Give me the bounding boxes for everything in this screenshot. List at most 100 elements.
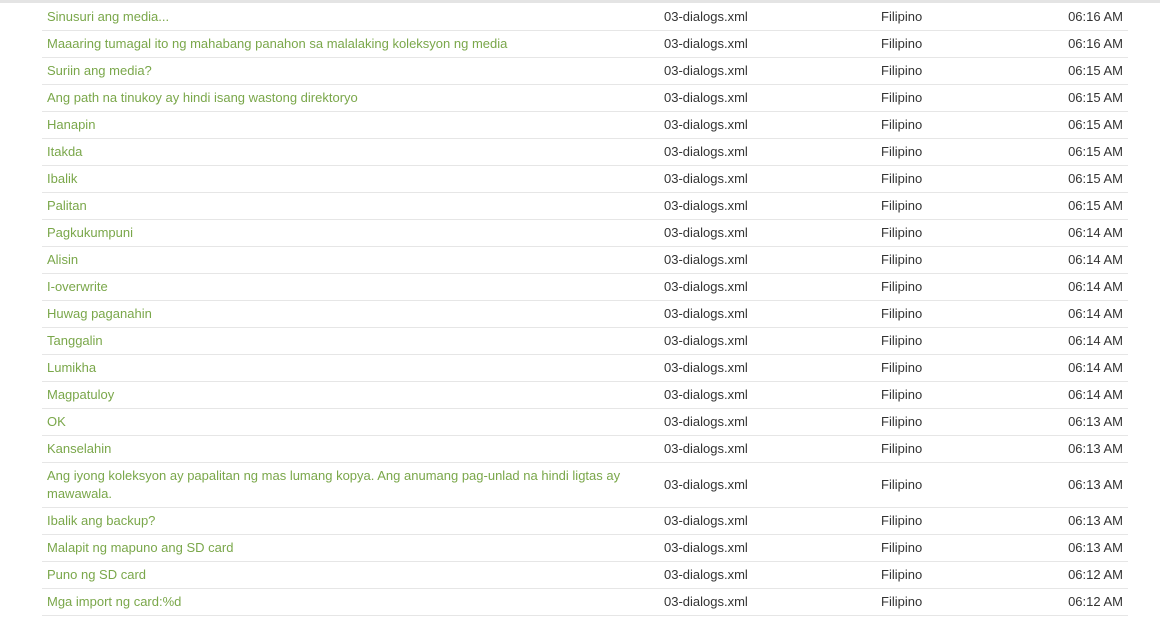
string-link[interactable]: Itakda [47, 144, 82, 159]
language-name: Filipino [876, 462, 1018, 508]
language-name: Filipino [876, 561, 1018, 589]
file-name: 03-dialogs.xml [659, 4, 876, 31]
table-row[interactable]: Tanggalin 03-dialogs.xml Filipino 06:14 … [42, 327, 1128, 355]
string-link[interactable]: Malapit ng mapuno ang SD card [47, 540, 233, 555]
language-name: Filipino [876, 327, 1018, 355]
file-name: 03-dialogs.xml [659, 561, 876, 589]
string-link[interactable]: Magpatuloy [47, 387, 114, 402]
table-row[interactable]: OK 03-dialogs.xml Filipino 06:13 AM [42, 408, 1128, 436]
table-row[interactable]: Lumikha 03-dialogs.xml Filipino 06:14 AM [42, 354, 1128, 382]
string-link[interactable]: Sinusuri ang media... [47, 9, 169, 24]
table-row[interactable]: Ang path na tinukoy ay hindi isang wasto… [42, 84, 1128, 112]
file-name: 03-dialogs.xml [659, 165, 876, 193]
timestamp: 06:14 AM [1018, 219, 1128, 247]
file-name: 03-dialogs.xml [659, 354, 876, 382]
translations-table: Sinusuri ang media... 03-dialogs.xml Fil… [42, 4, 1128, 616]
string-link[interactable]: Hanapin [47, 117, 95, 132]
string-link[interactable]: I-overwrite [47, 279, 108, 294]
language-name: Filipino [876, 138, 1018, 166]
timestamp: 06:16 AM [1018, 4, 1128, 31]
table-row[interactable]: Huwag paganahin 03-dialogs.xml Filipino … [42, 300, 1128, 328]
timestamp: 06:15 AM [1018, 165, 1128, 193]
string-link[interactable]: Alisin [47, 252, 78, 267]
file-name: 03-dialogs.xml [659, 273, 876, 301]
timestamp: 06:14 AM [1018, 327, 1128, 355]
timestamp: 06:14 AM [1018, 381, 1128, 409]
file-name: 03-dialogs.xml [659, 57, 876, 85]
table-row[interactable]: Hanapin 03-dialogs.xml Filipino 06:15 AM [42, 111, 1128, 139]
language-name: Filipino [876, 192, 1018, 220]
timestamp: 06:15 AM [1018, 192, 1128, 220]
file-name: 03-dialogs.xml [659, 435, 876, 463]
language-name: Filipino [876, 534, 1018, 562]
language-name: Filipino [876, 381, 1018, 409]
timestamp: 06:13 AM [1018, 435, 1128, 463]
table-row[interactable]: Suriin ang media? 03-dialogs.xml Filipin… [42, 57, 1128, 85]
timestamp: 06:16 AM [1018, 30, 1128, 58]
file-name: 03-dialogs.xml [659, 588, 876, 616]
string-link[interactable]: Maaaring tumagal ito ng mahabang panahon… [47, 36, 507, 51]
table-row[interactable]: Ang iyong koleksyon ay papalitan ng mas … [42, 462, 1128, 508]
string-link[interactable]: Ang path na tinukoy ay hindi isang wasto… [47, 90, 358, 105]
file-name: 03-dialogs.xml [659, 246, 876, 274]
string-link[interactable]: Lumikha [47, 360, 96, 375]
string-link[interactable]: Kanselahin [47, 441, 111, 456]
timestamp: 06:15 AM [1018, 84, 1128, 112]
language-name: Filipino [876, 507, 1018, 535]
table-row[interactable]: Alisin 03-dialogs.xml Filipino 06:14 AM [42, 246, 1128, 274]
string-link[interactable]: Suriin ang media? [47, 63, 152, 78]
table-row[interactable]: Ibalik 03-dialogs.xml Filipino 06:15 AM [42, 165, 1128, 193]
timestamp: 06:14 AM [1018, 273, 1128, 301]
string-link[interactable]: Pagkukumpuni [47, 225, 133, 240]
table-row[interactable]: Puno ng SD card 03-dialogs.xml Filipino … [42, 561, 1128, 589]
timestamp: 06:14 AM [1018, 300, 1128, 328]
timestamp: 06:13 AM [1018, 507, 1128, 535]
table-row[interactable]: Magpatuloy 03-dialogs.xml Filipino 06:14… [42, 381, 1128, 409]
table-row[interactable]: Itakda 03-dialogs.xml Filipino 06:15 AM [42, 138, 1128, 166]
translations-table-body: Sinusuri ang media... 03-dialogs.xml Fil… [42, 4, 1128, 616]
file-name: 03-dialogs.xml [659, 462, 876, 508]
table-row[interactable]: Mga import ng card:%d 03-dialogs.xml Fil… [42, 588, 1128, 616]
string-link[interactable]: Palitan [47, 198, 87, 213]
table-row[interactable]: Pagkukumpuni 03-dialogs.xml Filipino 06:… [42, 219, 1128, 247]
file-name: 03-dialogs.xml [659, 381, 876, 409]
timestamp: 06:15 AM [1018, 111, 1128, 139]
timestamp: 06:12 AM [1018, 561, 1128, 589]
table-row[interactable]: Sinusuri ang media... 03-dialogs.xml Fil… [42, 4, 1128, 31]
table-row[interactable]: I-overwrite 03-dialogs.xml Filipino 06:1… [42, 273, 1128, 301]
file-name: 03-dialogs.xml [659, 30, 876, 58]
string-link[interactable]: Ibalik ang backup? [47, 513, 155, 528]
string-link[interactable]: Huwag paganahin [47, 306, 152, 321]
file-name: 03-dialogs.xml [659, 138, 876, 166]
language-name: Filipino [876, 300, 1018, 328]
timestamp: 06:15 AM [1018, 138, 1128, 166]
language-name: Filipino [876, 435, 1018, 463]
string-link[interactable]: Ibalik [47, 171, 77, 186]
language-name: Filipino [876, 588, 1018, 616]
language-name: Filipino [876, 408, 1018, 436]
string-link[interactable]: OK [47, 414, 66, 429]
table-row[interactable]: Kanselahin 03-dialogs.xml Filipino 06:13… [42, 435, 1128, 463]
string-link[interactable]: Ang iyong koleksyon ay papalitan ng mas … [47, 468, 620, 501]
language-name: Filipino [876, 165, 1018, 193]
file-name: 03-dialogs.xml [659, 534, 876, 562]
language-name: Filipino [876, 219, 1018, 247]
string-link[interactable]: Mga import ng card:%d [47, 594, 181, 609]
timestamp: 06:13 AM [1018, 462, 1128, 508]
string-link[interactable]: Tanggalin [47, 333, 103, 348]
file-name: 03-dialogs.xml [659, 408, 876, 436]
file-name: 03-dialogs.xml [659, 111, 876, 139]
file-name: 03-dialogs.xml [659, 219, 876, 247]
table-row[interactable]: Maaaring tumagal ito ng mahabang panahon… [42, 30, 1128, 58]
file-name: 03-dialogs.xml [659, 327, 876, 355]
table-row[interactable]: Malapit ng mapuno ang SD card 03-dialogs… [42, 534, 1128, 562]
file-name: 03-dialogs.xml [659, 300, 876, 328]
language-name: Filipino [876, 354, 1018, 382]
timestamp: 06:15 AM [1018, 57, 1128, 85]
table-row[interactable]: Ibalik ang backup? 03-dialogs.xml Filipi… [42, 507, 1128, 535]
language-name: Filipino [876, 4, 1018, 31]
string-link[interactable]: Puno ng SD card [47, 567, 146, 582]
timestamp: 06:13 AM [1018, 408, 1128, 436]
timestamp: 06:14 AM [1018, 246, 1128, 274]
table-row[interactable]: Palitan 03-dialogs.xml Filipino 06:15 AM [42, 192, 1128, 220]
